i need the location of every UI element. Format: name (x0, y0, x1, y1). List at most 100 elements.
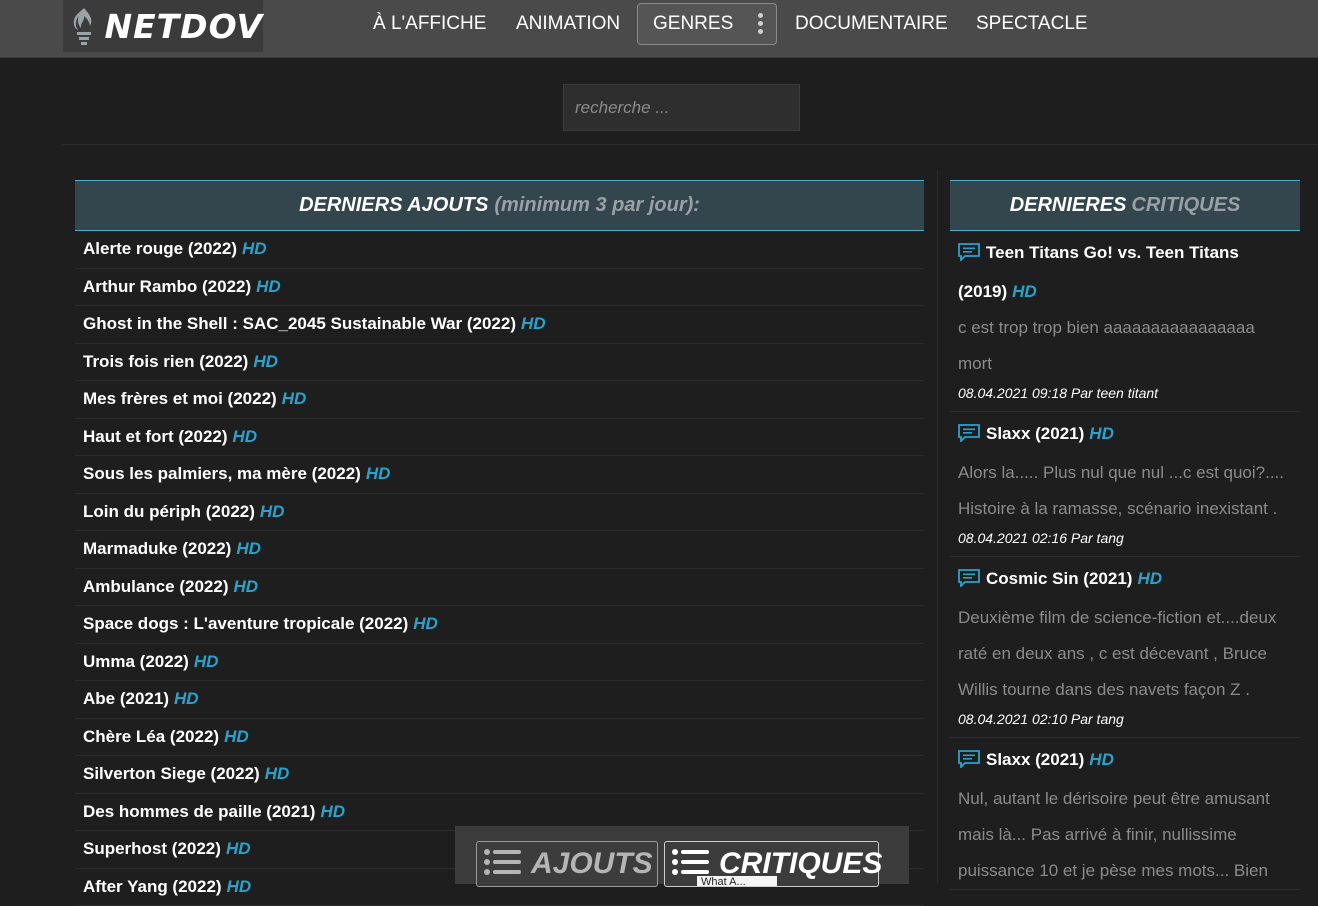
nav-spectacle[interactable]: SPECTACLE (976, 13, 1088, 35)
latest-item[interactable]: Loin du périph (2022)HD (75, 494, 924, 532)
review-text: Deuxième film de science-fiction et....d… (958, 600, 1292, 708)
latest-item[interactable]: Mes frères et moi (2022)HD (75, 381, 924, 419)
comment-icon (958, 238, 980, 274)
latest-item-title[interactable]: Ambulance (2022) (83, 577, 229, 597)
latest-reviews-header: DERNIERES CRITIQUES (950, 180, 1300, 231)
latest-item-title[interactable]: Superhost (2022) (83, 839, 221, 859)
latest-item[interactable]: Trois fois rien (2022)HD (75, 344, 924, 382)
review-item: Slaxx (2021) HD Nul, autant le dérisoire p… (950, 738, 1300, 890)
hd-badge: HD (233, 427, 258, 447)
hd-badge: HD (256, 277, 281, 297)
latest-item-title[interactable]: Sous les palmiers, ma mère (2022) (83, 464, 361, 484)
nav-genres-label: GENRES (653, 13, 733, 35)
review-title-line[interactable]: Cosmic Sin (2021)HD (958, 561, 1292, 600)
review-film-title[interactable]: Teen Titans Go! vs. Teen Titans (2019) (958, 243, 1239, 301)
review-film-title[interactable]: Slaxx (2021) (986, 424, 1084, 443)
hd-badge: HD (413, 614, 438, 634)
review-text: Nul, autant le dérisoire peut être amusa… (958, 781, 1292, 889)
nav-genres-dropdown[interactable]: GENRES (637, 3, 777, 45)
latest-item[interactable]: Space dogs : L'aventure tropicale (2022)… (75, 606, 924, 644)
latest-additions-title: DERNIERS AJOUTS (299, 194, 488, 217)
latest-reviews-title-a: DERNIERES (1010, 194, 1127, 217)
hd-badge: HD (234, 577, 259, 597)
column-divider (937, 170, 938, 884)
list-icon (483, 847, 523, 882)
hd-badge: HD (1012, 282, 1037, 301)
latest-item-title[interactable]: Alerte rouge (2022) (83, 239, 237, 259)
nav-animation[interactable]: ANIMATION (516, 13, 620, 35)
review-film-title[interactable]: Cosmic Sin (2021) (986, 569, 1132, 588)
latest-item[interactable]: Sous les palmiers, ma mère (2022)HD (75, 456, 924, 494)
hd-badge: HD (226, 839, 251, 859)
latest-item-title[interactable]: Haut et fort (2022) (83, 427, 228, 447)
review-title-line[interactable]: Teen Titans Go! vs. Teen Titans (2019)HD (958, 235, 1292, 310)
review-title-line[interactable]: Slaxx (2021) HD (958, 416, 1292, 455)
logo-text: NETDOV (105, 7, 263, 46)
hd-badge: HD (224, 727, 249, 747)
latest-reviews-panel: DERNIERES CRITIQUES Teen Titans Go! vs. … (950, 180, 1300, 890)
latest-additions-list: Alerte rouge (2022)HDArthur Rambo (2022)… (75, 231, 924, 906)
hd-badge: HD (1089, 424, 1114, 443)
hd-badge: HD (265, 764, 290, 784)
latest-item[interactable]: Haut et fort (2022)HD (75, 419, 924, 457)
hd-badge: HD (174, 689, 199, 709)
hd-badge: HD (242, 239, 267, 259)
latest-item-title[interactable]: Silverton Siege (2022) (83, 764, 260, 784)
search-section (63, 58, 1318, 145)
hd-badge: HD (521, 314, 546, 334)
review-meta: 08.04.2021 02:16 Par tang (958, 528, 1292, 556)
hd-badge: HD (260, 502, 285, 522)
nav-documentaire[interactable]: DOCUMENTAIRE (795, 13, 948, 35)
review-item: Teen Titans Go! vs. Teen Titans (2019)HD… (950, 231, 1300, 412)
latest-item[interactable]: Abe (2021)HD (75, 681, 924, 719)
hd-badge: HD (1089, 750, 1114, 769)
ajouts-button[interactable]: AJOUTS (476, 841, 658, 887)
comment-icon (958, 419, 980, 455)
latest-item[interactable]: Ghost in the Shell : SAC_2045 Sustainabl… (75, 306, 924, 344)
search-input[interactable] (563, 84, 800, 131)
review-film-title[interactable]: Slaxx (2021) (986, 750, 1084, 769)
latest-additions-panel: DERNIERS AJOUTS (minimum 3 par jour): Al… (75, 180, 924, 906)
bottom-toggle-bar: AJOUTS CRITIQUES (455, 826, 909, 884)
review-text: c est trop trop bien aaaaaaaaaaaaaaaa mo… (958, 310, 1292, 382)
review-meta: 08.04.2021 09:18 Par teen titant (958, 383, 1292, 411)
latest-reviews-title-b: CRITIQUES (1131, 194, 1240, 217)
comment-icon (958, 745, 980, 781)
latest-item-title[interactable]: Chère Léa (2022) (83, 727, 219, 747)
review-meta: 08.04.2021 02:10 Par tang (958, 709, 1292, 737)
more-vertical-icon (758, 13, 764, 35)
latest-item-title[interactable]: Arthur Rambo (2022) (83, 277, 251, 297)
latest-item[interactable]: Marmaduke (2022)HD (75, 531, 924, 569)
latest-item-title[interactable]: Umma (2022) (83, 652, 189, 672)
latest-item[interactable]: Alerte rouge (2022)HD (75, 231, 924, 269)
latest-reviews-list: Teen Titans Go! vs. Teen Titans (2019)HD… (950, 231, 1300, 890)
comment-icon (958, 564, 980, 600)
latest-item-title[interactable]: Loin du périph (2022) (83, 502, 255, 522)
hd-badge: HD (227, 877, 252, 897)
review-item: Cosmic Sin (2021)HDDeuxième film de scie… (950, 557, 1300, 738)
latest-item-title[interactable]: Ghost in the Shell : SAC_2045 Sustainabl… (83, 314, 516, 334)
latest-item[interactable]: Ambulance (2022)HD (75, 569, 924, 607)
hd-badge: HD (320, 802, 345, 822)
flame-logo-icon (63, 0, 105, 52)
review-text: Alors la..... Plus nul que nul ...c est … (958, 455, 1292, 527)
latest-item-title[interactable]: Mes frères et moi (2022) (83, 389, 277, 409)
latest-item[interactable]: Umma (2022)HD (75, 644, 924, 682)
latest-additions-header: DERNIERS AJOUTS (minimum 3 par jour): (75, 180, 924, 231)
top-navbar: NETDOV À L'AFFICHE ANIMATION GENRES DOCU… (0, 0, 1318, 58)
site-logo[interactable]: NETDOV (63, 0, 263, 52)
latest-item[interactable]: Silverton Siege (2022)HD (75, 756, 924, 794)
latest-item[interactable]: Arthur Rambo (2022)HD (75, 269, 924, 307)
hd-badge: HD (366, 464, 391, 484)
nav-a-laffiche[interactable]: À L'AFFICHE (373, 13, 486, 35)
latest-item-title[interactable]: Trois fois rien (2022) (83, 352, 248, 372)
latest-item-title[interactable]: After Yang (2022) (83, 877, 222, 897)
latest-item-title[interactable]: Marmaduke (2022) (83, 539, 231, 559)
review-title-line[interactable]: Slaxx (2021) HD (958, 742, 1292, 781)
latest-item-title[interactable]: Abe (2021) (83, 689, 169, 709)
review-item: Slaxx (2021) HD Alors la..... Plus nul que… (950, 412, 1300, 557)
latest-item-title[interactable]: Des hommes de paille (2021) (83, 802, 315, 822)
latest-item-title[interactable]: Space dogs : L'aventure tropicale (2022) (83, 614, 408, 634)
latest-additions-subtitle: (minimum 3 par jour): (494, 194, 700, 217)
latest-item[interactable]: Chère Léa (2022)HD (75, 719, 924, 757)
